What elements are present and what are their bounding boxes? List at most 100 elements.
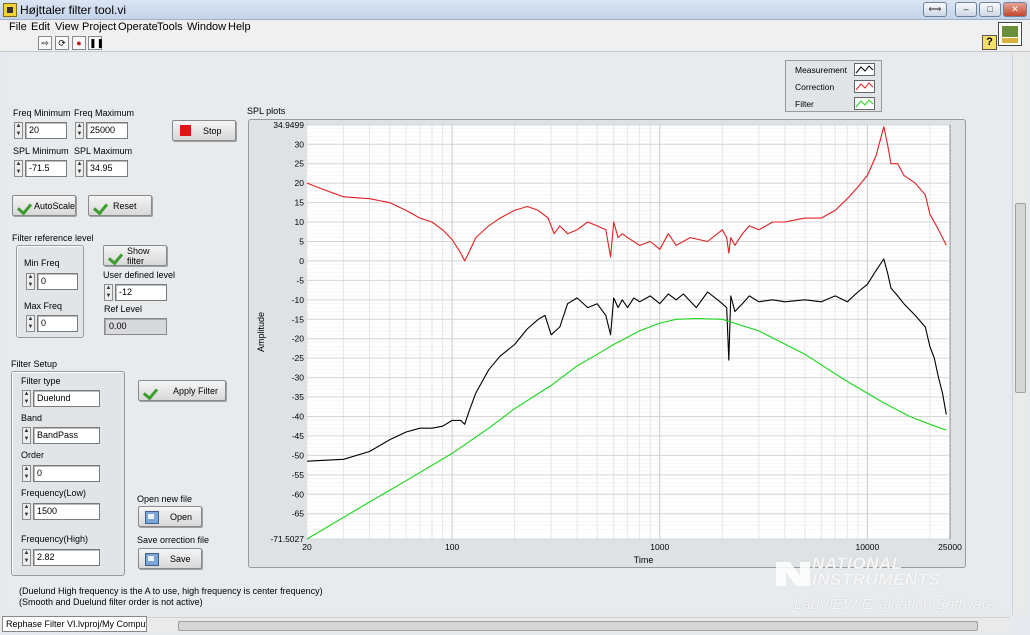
filter-setup-title: Filter Setup — [11, 359, 58, 369]
toolbar: ⇨ ⟳ ● ❚❚ — [0, 34, 1030, 52]
legend-correction-label: Correction — [795, 82, 835, 92]
maximize-button[interactable]: □ — [979, 2, 1001, 17]
y-tick-label: -50 — [292, 450, 305, 460]
reset-button[interactable]: Reset — [88, 195, 152, 216]
order-spinner-icon[interactable]: ▲ ▼ — [22, 465, 31, 482]
minimize-button[interactable]: – — [955, 2, 977, 17]
vertical-scroll-thumb[interactable] — [1015, 203, 1026, 393]
legend-measurement-label: Measurement — [795, 65, 847, 75]
run-continuously-icon[interactable]: ⟳ — [55, 36, 69, 50]
spl-min-spinner-icon[interactable]: ▲ ▼ — [14, 160, 23, 177]
note-filter-order: (Smooth and Duelund filter order is not … — [19, 597, 203, 607]
spl-min-control[interactable]: ▲ ▼ -71.5 — [14, 160, 67, 177]
close-button[interactable]: ✕ — [1003, 2, 1027, 17]
autoscale-button[interactable]: AutoScale — [12, 195, 76, 216]
legend-filter-swatch[interactable] — [854, 97, 875, 110]
y-tick-label: -35 — [292, 392, 305, 402]
filter-type-spinner-icon[interactable]: ▲ ▼ — [22, 390, 31, 407]
spl-graph-canvas[interactable]: 34.9499 30 25 20 15 10 5 0 -5 -10 -15 -20 -25 -30 -35 -… — [249, 120, 965, 567]
user-defined-level-label: User defined level — [103, 270, 176, 280]
spl-max-control[interactable]: ▲ ▼ 34.95 — [75, 160, 128, 177]
filter-type-value[interactable]: Duelund — [33, 390, 100, 407]
band-label: Band — [21, 413, 43, 423]
freq-min-spinner-icon[interactable]: ▲ ▼ — [14, 122, 23, 139]
freq-min-control[interactable]: ▲ ▼ 20 — [14, 122, 67, 139]
menu-file[interactable]: File — [9, 21, 27, 33]
legend-filter-label: Filter — [795, 99, 814, 109]
menu-help[interactable]: Help — [228, 21, 251, 33]
save-button[interactable]: Save — [138, 548, 202, 569]
watermark-evaluation-text: LabVIEW Evaluation Software — [794, 596, 995, 613]
context-help-icon[interactable]: ? — [982, 35, 997, 50]
y-tick-label: 20 — [295, 178, 305, 188]
band-ring[interactable]: ▲ ▼ BandPass — [22, 427, 100, 444]
stop-button[interactable]: Stop — [172, 120, 236, 141]
abort-icon[interactable]: ● — [72, 36, 86, 50]
freq-high-control[interactable]: ▲ ▼ 2.82 — [22, 549, 100, 566]
horizontal-scrollbar[interactable] — [148, 617, 1010, 633]
min-freq-input[interactable]: 0 — [37, 273, 78, 290]
stop-icon — [180, 125, 191, 136]
filter-type-ring[interactable]: ▲ ▼ Duelund — [22, 390, 100, 407]
menu-view[interactable]: View — [55, 21, 79, 33]
band-value[interactable]: BandPass — [33, 427, 100, 444]
freq-max-label: Freq Maximum — [74, 108, 135, 118]
filter-type-label: Filter type — [21, 376, 61, 386]
spl-min-input[interactable]: -71.5 — [25, 160, 67, 177]
stop-button-label: Stop — [203, 125, 222, 136]
restore-alt-button[interactable]: ⟺ — [923, 2, 947, 17]
y-tick-label: 25 — [295, 159, 305, 169]
freq-low-label: Frequency(Low) — [21, 488, 87, 498]
freq-high-spinner-icon[interactable]: ▲ ▼ — [22, 549, 31, 566]
freq-low-spinner-icon[interactable]: ▲ ▼ — [22, 503, 31, 520]
min-freq-label: Min Freq — [24, 258, 60, 268]
menu-project[interactable]: Project — [82, 21, 116, 33]
freq-max-spinner-icon[interactable]: ▲ ▼ — [75, 122, 84, 139]
order-control[interactable]: ▲ ▼ 0 — [22, 465, 100, 482]
filter-setup-group: Filter type ▲ ▼ Duelund Band ▲ ▼ BandPass … — [11, 371, 125, 576]
app-icon[interactable] — [3, 3, 17, 17]
min-freq-control[interactable]: ▲ ▼ 0 — [26, 273, 78, 290]
horizontal-scroll-thumb[interactable] — [178, 621, 978, 631]
check-icon — [18, 200, 30, 212]
band-spinner-icon[interactable]: ▲ ▼ — [22, 427, 31, 444]
y-tick-label: -65 — [292, 509, 305, 519]
menu-edit[interactable]: Edit — [31, 21, 50, 33]
max-freq-control[interactable]: ▲ ▼ 0 — [26, 315, 78, 332]
menu-operate[interactable]: Operate — [118, 21, 158, 33]
freq-min-label: Freq Minimum — [13, 108, 71, 118]
freq-min-input[interactable]: 20 — [25, 122, 67, 139]
save-button-label: Save — [170, 553, 191, 564]
order-input[interactable]: 0 — [33, 465, 100, 482]
spl-max-input[interactable]: 34.95 — [86, 160, 128, 177]
legend-correction-swatch[interactable] — [854, 80, 875, 93]
filter-ref-level-title: Filter reference level — [12, 233, 94, 243]
project-path-status: Rephase Filter VI.lvproj/My Computer — [2, 616, 147, 632]
run-arrow-icon[interactable]: ⇨ — [38, 36, 52, 50]
vertical-scrollbar[interactable] — [1012, 53, 1028, 615]
user-defined-level-input[interactable]: -12 — [115, 284, 167, 301]
spl-graph[interactable]: 34.9499 30 25 20 15 10 5 0 -5 -10 -15 -20 -25 -30 -35 -… — [248, 119, 966, 568]
user-defined-level-control[interactable]: ▲ ▼ -12 — [104, 284, 167, 301]
max-freq-input[interactable]: 0 — [37, 315, 78, 332]
max-freq-spinner-icon[interactable]: ▲ ▼ — [26, 315, 35, 332]
menu-tools[interactable]: Tools — [157, 21, 183, 33]
freq-high-input[interactable]: 2.82 — [33, 549, 100, 566]
freq-max-control[interactable]: ▲ ▼ 25000 — [75, 122, 128, 139]
y-tick-label: -71.5027 — [270, 534, 304, 544]
pause-icon[interactable]: ❚❚ — [88, 36, 104, 50]
open-button[interactable]: Open — [138, 506, 202, 527]
freq-low-control[interactable]: ▲ ▼ 1500 — [22, 503, 100, 520]
spl-max-spinner-icon[interactable]: ▲ ▼ — [75, 160, 84, 177]
y-tick-label: -25 — [292, 353, 305, 363]
autoscale-button-label: AutoScale — [33, 200, 75, 211]
watermark-brand-line2: INSTRUMENTS — [812, 570, 941, 589]
freq-low-input[interactable]: 1500 — [33, 503, 100, 520]
user-level-spinner-icon[interactable]: ▲ ▼ — [104, 284, 113, 301]
menu-window[interactable]: Window — [187, 21, 226, 33]
legend-measurement-swatch[interactable] — [854, 63, 875, 76]
show-filter-button[interactable]: Show filter — [103, 245, 167, 266]
min-freq-spinner-icon[interactable]: ▲ ▼ — [26, 273, 35, 290]
freq-max-input[interactable]: 25000 — [86, 122, 128, 139]
apply-filter-button[interactable]: Apply Filter — [138, 380, 226, 401]
